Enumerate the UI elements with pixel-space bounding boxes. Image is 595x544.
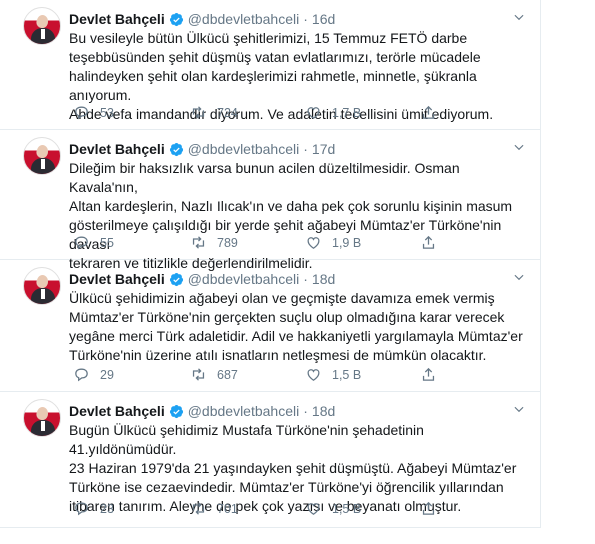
share-icon (422, 501, 435, 515)
chevron-down-icon[interactable] (512, 10, 526, 24)
like-button[interactable]: 1,5 B (305, 366, 361, 383)
reply-button[interactable]: 55 (73, 234, 114, 251)
share-icon (422, 235, 435, 249)
author-name[interactable]: Devlet Bahçeli (69, 141, 165, 157)
reply-icon (75, 502, 88, 516)
reply-count: 53 (100, 105, 114, 120)
retweet-count: 701 (217, 501, 238, 516)
retweet-icon (192, 236, 205, 249)
verified-badge-icon (169, 272, 183, 286)
chevron-down-icon[interactable] (512, 402, 526, 416)
tweet[interactable]: Devlet Bahçeli @dbdevletbahceli · 16d Bu… (0, 0, 540, 130)
reply-icon (75, 106, 88, 120)
tweet-actions: 53 724 1,7 B (69, 104, 469, 122)
tweet-timestamp[interactable]: 17d (312, 141, 335, 157)
heart-icon (307, 237, 320, 249)
avatar[interactable] (23, 137, 61, 175)
tweet-text: Ülkücü şehidimizin ağabeyi olan ve geçmi… (69, 290, 523, 363)
reply-button[interactable]: 53 (73, 104, 114, 121)
heart-icon (307, 107, 320, 119)
author-handle[interactable]: @dbdevletbahceli (188, 11, 300, 27)
tweet-actions: 55 789 1,9 B (69, 234, 469, 252)
retweet-icon (192, 106, 205, 119)
reply-icon (75, 368, 88, 382)
reply-count: 55 (100, 235, 114, 250)
author-name[interactable]: Devlet Bahçeli (69, 271, 165, 287)
reply-button[interactable]: 23 (73, 500, 114, 517)
separator-dot: · (303, 403, 308, 419)
heart-icon (307, 369, 320, 381)
retweet-button[interactable]: 687 (190, 366, 238, 383)
like-count: 1,9 B (332, 235, 362, 250)
author-handle[interactable]: @dbdevletbahceli (188, 271, 300, 287)
tweet[interactable]: Devlet Bahçeli @dbdevletbahceli · 18d Bu… (0, 392, 540, 528)
tweet-header: Devlet Bahçeli @dbdevletbahceli · 18d (69, 402, 335, 420)
like-count: 1,5 B (332, 501, 362, 516)
tweet-feed: Devlet Bahçeli @dbdevletbahceli · 16d Bu… (0, 0, 541, 528)
avatar[interactable] (23, 7, 61, 45)
verified-badge-icon (169, 404, 183, 418)
tweet-timestamp[interactable]: 18d (312, 271, 335, 287)
chevron-down-icon[interactable] (512, 270, 526, 284)
avatar[interactable] (23, 267, 61, 305)
author-handle[interactable]: @dbdevletbahceli (188, 141, 300, 157)
like-button[interactable]: 1,7 B (305, 104, 361, 121)
retweet-button[interactable]: 701 (190, 500, 238, 517)
separator-dot: · (303, 141, 308, 157)
tweet[interactable]: Devlet Bahçeli @dbdevletbahceli · 17d Di… (0, 130, 540, 271)
retweet-button[interactable]: 789 (190, 234, 238, 251)
share-icon (422, 367, 435, 381)
tweet-actions: 29 687 1,5 B (69, 366, 469, 384)
retweet-button[interactable]: 724 (190, 104, 238, 121)
retweet-icon (192, 502, 205, 515)
share-icon (422, 105, 435, 119)
like-count: 1,7 B (332, 105, 362, 120)
reply-button[interactable]: 29 (73, 366, 114, 383)
reply-count: 29 (100, 367, 114, 382)
tweet-header: Devlet Bahçeli @dbdevletbahceli · 16d (69, 10, 335, 28)
tweet-header: Devlet Bahçeli @dbdevletbahceli · 18d (69, 270, 335, 288)
share-button[interactable] (420, 366, 447, 383)
reply-count: 23 (100, 501, 114, 516)
tweet-header: Devlet Bahçeli @dbdevletbahceli · 17d (69, 140, 335, 158)
retweet-count: 789 (217, 235, 238, 250)
avatar[interactable] (23, 399, 61, 437)
retweet-icon (192, 368, 205, 381)
retweet-count: 724 (217, 105, 238, 120)
share-button[interactable] (420, 500, 447, 517)
like-count: 1,5 B (332, 367, 362, 382)
author-name[interactable]: Devlet Bahçeli (69, 403, 165, 419)
author-name[interactable]: Devlet Bahçeli (69, 11, 165, 27)
share-button[interactable] (420, 104, 447, 121)
tweet-timestamp[interactable]: 16d (312, 11, 335, 27)
chevron-down-icon[interactable] (512, 140, 526, 154)
verified-badge-icon (169, 142, 183, 156)
like-button[interactable]: 1,5 B (305, 500, 361, 517)
separator-dot: · (303, 11, 308, 27)
tweet-actions: 23 701 1,5 B (69, 500, 469, 518)
tweet-timestamp[interactable]: 18d (312, 403, 335, 419)
reply-icon (75, 236, 88, 250)
separator-dot: · (303, 271, 308, 287)
heart-icon (307, 503, 320, 515)
author-handle[interactable]: @dbdevletbahceli (188, 403, 300, 419)
share-button[interactable] (420, 234, 447, 251)
verified-badge-icon (169, 12, 183, 26)
tweet-text: Dileğim bir haksızlık varsa bunun acilen… (69, 160, 513, 271)
tweet[interactable]: Devlet Bahçeli @dbdevletbahceli · 18d Ül… (0, 260, 540, 392)
retweet-count: 687 (217, 367, 238, 382)
like-button[interactable]: 1,9 B (305, 234, 361, 251)
